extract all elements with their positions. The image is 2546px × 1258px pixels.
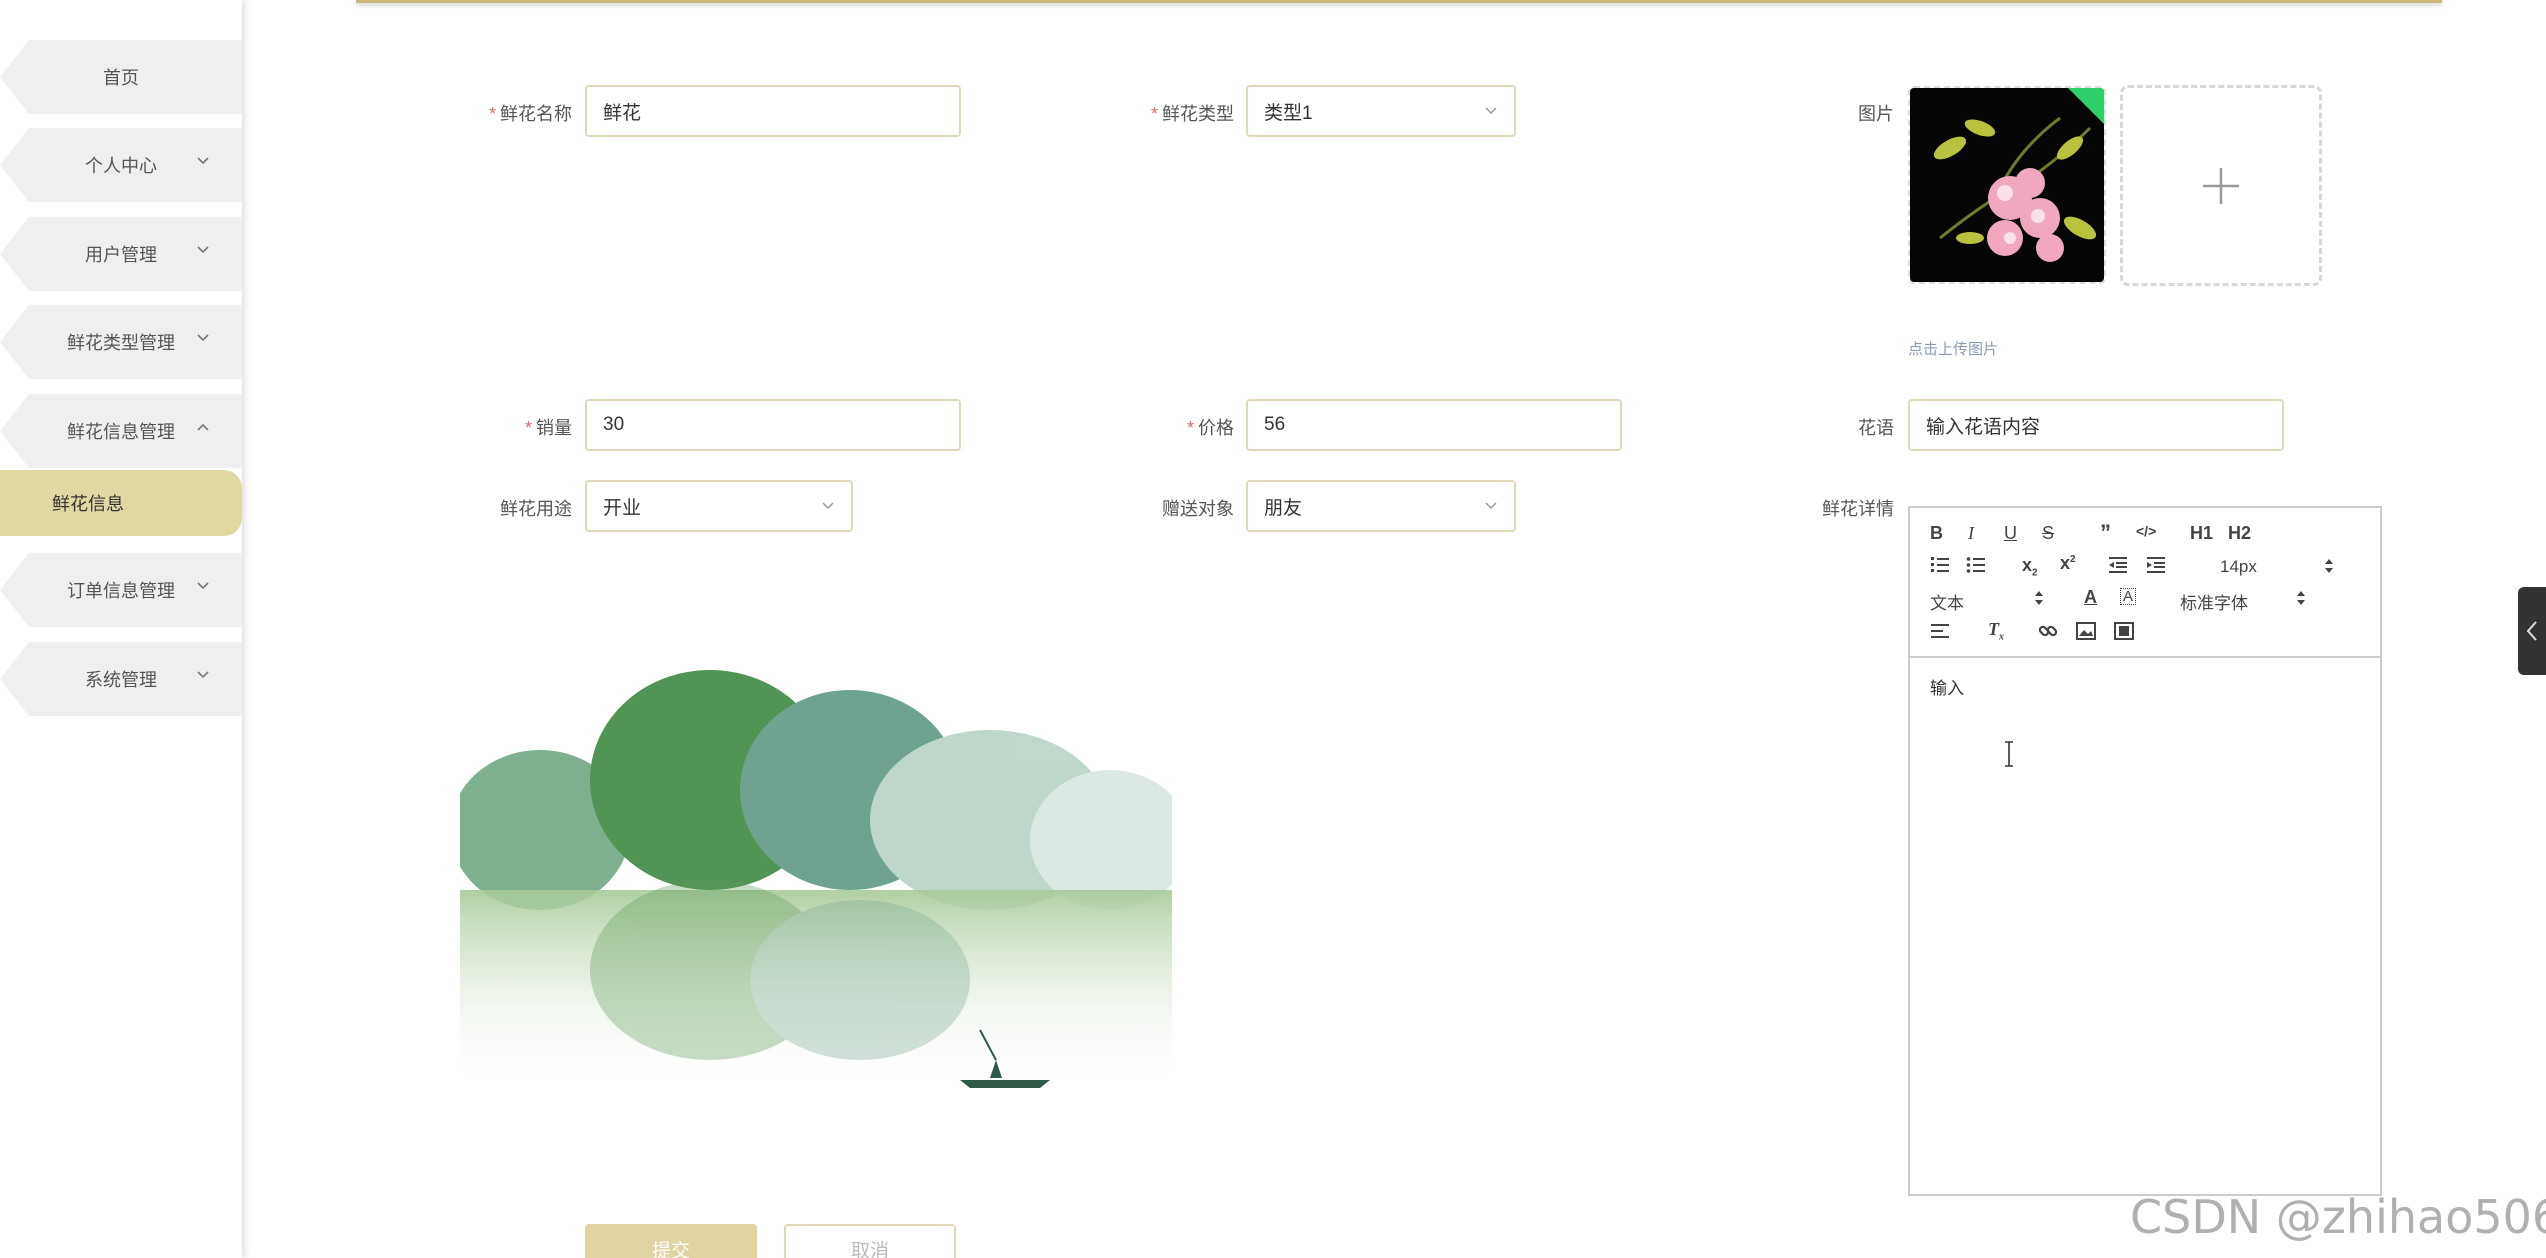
- flower-thumbnail[interactable]: [1908, 86, 2106, 284]
- sidebar-item-personal-center[interactable]: 个人中心: [0, 128, 242, 202]
- upload-tip: 点击上传图片: [1908, 341, 1999, 358]
- bullet-list-icon[interactable]: [1966, 556, 1986, 574]
- flower-language-label: 花语: [1858, 418, 1894, 438]
- sidebar-item-label: 系统管理: [85, 670, 157, 690]
- top-bar: [356, 0, 2442, 3]
- sidebar-subitem-label: 鲜花信息: [52, 494, 124, 514]
- chevron-down-icon: [197, 334, 209, 342]
- h1-button[interactable]: H1: [2190, 524, 2213, 542]
- watermark: CSDN @zhihao506: [2130, 1190, 2546, 1244]
- sidebar-item-home[interactable]: 首页: [0, 40, 242, 114]
- sidebar: 首页 个人中心 用户管理 鲜花类型管理 鲜花信息管理 鲜花信息 订单信息管理 系…: [0, 0, 242, 1258]
- sidebar-item-label: 订单信息管理: [67, 581, 175, 601]
- ink-landscape-decoration: [460, 670, 1172, 1090]
- chevron-down-icon: [197, 671, 209, 679]
- flower-type-select[interactable]: 类型1: [1246, 85, 1516, 137]
- usage-label: 鲜花用途: [500, 499, 572, 519]
- chevron-left-icon: [2526, 621, 2537, 641]
- bold-button[interactable]: B: [1930, 524, 1943, 542]
- select-updown-icon: [2297, 591, 2305, 605]
- sidebar-item-label: 首页: [103, 68, 139, 88]
- editor-toolbar: B I U S ” </> H1 H2 x2 x2 14px 文本 A A 标准…: [1910, 508, 2380, 658]
- sidebar-item-label: 用户管理: [85, 245, 157, 265]
- strike-button[interactable]: S: [2042, 524, 2054, 542]
- outdent-icon[interactable]: [2108, 556, 2128, 574]
- sidebar-item-flower-type-management[interactable]: 鲜花类型管理: [0, 305, 242, 379]
- collapse-handle[interactable]: [2518, 587, 2546, 675]
- chevron-up-icon: [197, 423, 209, 431]
- detail-label: 鲜花详情: [1822, 499, 1894, 519]
- code-icon[interactable]: </>: [2136, 524, 2156, 538]
- align-icon[interactable]: [1930, 622, 1950, 640]
- sidebar-item-label: 个人中心: [85, 156, 157, 176]
- cancel-button[interactable]: 取消: [784, 1224, 956, 1258]
- video-icon[interactable]: [2114, 622, 2134, 640]
- flower-name-input[interactable]: 鲜花: [585, 85, 961, 137]
- type-label: * 鲜花类型: [1150, 104, 1234, 124]
- chevron-down-icon: [1485, 107, 1497, 115]
- rich-text-editor: B I U S ” </> H1 H2 x2 x2 14px 文本 A A 标准…: [1908, 506, 2382, 1196]
- italic-button[interactable]: I: [1968, 524, 1974, 542]
- price-label: * 价格: [1186, 418, 1234, 438]
- sidebar-item-label: 鲜花信息管理: [67, 422, 175, 442]
- select-updown-icon: [2325, 559, 2333, 573]
- flower-language-input[interactable]: 输入花语内容: [1908, 399, 2284, 451]
- sidebar-item-system-management[interactable]: 系统管理: [0, 642, 242, 716]
- clear-format-icon[interactable]: Tx: [1988, 620, 2004, 643]
- submit-button[interactable]: 提交: [585, 1224, 757, 1258]
- editor-content[interactable]: 输入: [1930, 674, 1964, 699]
- chevron-down-icon: [1485, 502, 1497, 510]
- link-icon[interactable]: [2038, 622, 2058, 640]
- subscript-icon[interactable]: x2: [2022, 556, 2038, 579]
- chevron-down-icon: [197, 582, 209, 590]
- select-updown-icon: [2035, 591, 2043, 605]
- sidebar-subitem-flower-info[interactable]: 鲜花信息: [0, 470, 242, 536]
- chevron-down-icon: [822, 502, 834, 510]
- recipient-select[interactable]: 朋友: [1246, 480, 1516, 532]
- app-root: 首页 个人中心 用户管理 鲜花类型管理 鲜花信息管理 鲜花信息 订单信息管理 系…: [0, 0, 2546, 1258]
- image-icon[interactable]: [2076, 622, 2096, 640]
- underline-button[interactable]: U: [2004, 524, 2017, 542]
- h2-button[interactable]: H2: [2228, 524, 2251, 542]
- font-color-icon[interactable]: A: [2084, 588, 2097, 606]
- font-family-select[interactable]: 标准字体: [2180, 589, 2248, 614]
- price-input[interactable]: 56: [1246, 399, 1622, 451]
- sidebar-item-order-management[interactable]: 订单信息管理: [0, 553, 242, 627]
- sidebar-item-label: 鲜花类型管理: [67, 333, 175, 353]
- quote-icon[interactable]: ”: [2100, 522, 2111, 544]
- image-label: 图片: [1858, 104, 1894, 124]
- chevron-down-icon: [197, 246, 209, 254]
- font-size-select[interactable]: 14px: [2220, 557, 2257, 577]
- sidebar-item-user-management[interactable]: 用户管理: [0, 217, 242, 291]
- sidebar-item-flower-info-management[interactable]: 鲜花信息管理: [0, 394, 242, 468]
- name-label: * 鲜花名称: [488, 104, 572, 124]
- superscript-icon[interactable]: x2: [2060, 554, 2076, 572]
- sales-input[interactable]: 30: [585, 399, 961, 451]
- flower-usage-select[interactable]: 开业: [585, 480, 853, 532]
- background-color-icon[interactable]: A: [2120, 588, 2137, 605]
- chevron-down-icon: [197, 157, 209, 165]
- ordered-list-icon[interactable]: [1930, 556, 1950, 574]
- image-upload-button[interactable]: [2120, 85, 2322, 286]
- plus-icon: [2203, 167, 2239, 204]
- paragraph-select[interactable]: 文本: [1930, 589, 1964, 614]
- flower-image: [1910, 88, 2104, 282]
- indent-icon[interactable]: [2146, 556, 2166, 574]
- text-cursor-icon: [2005, 741, 2013, 767]
- sales-label: * 销量: [524, 418, 572, 438]
- recipient-label: 赠送对象: [1162, 499, 1234, 519]
